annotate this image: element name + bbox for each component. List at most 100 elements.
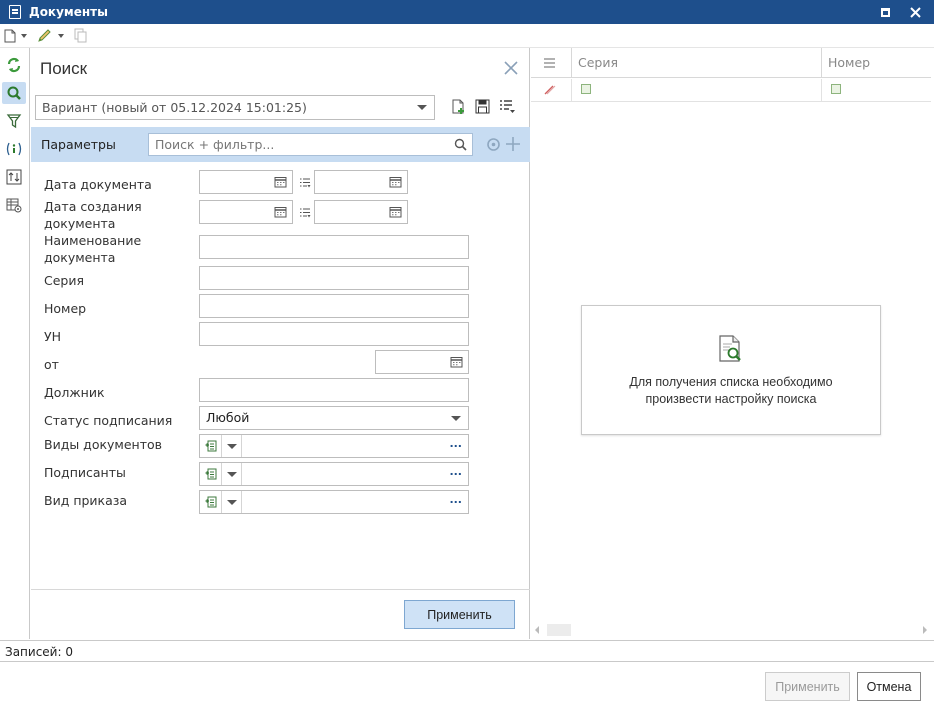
records-count: Записей: 0 xyxy=(5,645,73,659)
new-document-button[interactable] xyxy=(4,29,27,43)
sort-icon xyxy=(6,169,22,185)
search-icon xyxy=(7,86,21,100)
panel-title: Поиск xyxy=(40,59,88,78)
refresh-icon xyxy=(7,57,21,73)
filter-cell-series[interactable] xyxy=(571,79,821,101)
series-input[interactable] xyxy=(199,266,469,290)
variant-value: Вариант (новый от 05.12.2024 15:01:25) xyxy=(42,100,307,115)
signers-input[interactable]: ... xyxy=(199,462,469,486)
maximize-button[interactable] xyxy=(870,0,900,24)
scroll-thumb[interactable] xyxy=(547,624,571,636)
document-search-icon xyxy=(719,335,741,362)
doc-types-label: Виды документов xyxy=(44,437,163,452)
filter-button[interactable] xyxy=(2,110,26,132)
doc-date-from-input[interactable] xyxy=(199,170,293,194)
doc-name-input[interactable] xyxy=(199,235,469,259)
created-date-from-input[interactable] xyxy=(199,200,293,224)
created-date-to-input[interactable] xyxy=(314,200,408,224)
refresh-button[interactable] xyxy=(2,54,26,76)
grid-settings-button[interactable] xyxy=(2,194,26,216)
dialog-footer: Применить Отмена xyxy=(0,662,934,712)
column-menu-icon[interactable] xyxy=(541,56,561,70)
close-icon xyxy=(909,6,921,18)
number-input[interactable] xyxy=(199,294,469,318)
left-icon-strip xyxy=(0,48,30,639)
chevron-down-icon xyxy=(417,105,427,110)
parameters-search-input[interactable]: Поиск + фильтр... xyxy=(148,133,473,156)
select-list-button[interactable] xyxy=(200,463,222,485)
browse-button[interactable]: ... xyxy=(449,493,462,506)
doc-date-to-input[interactable] xyxy=(314,170,408,194)
column-header-number[interactable]: Номер xyxy=(821,48,931,78)
grid-settings-icon xyxy=(6,198,22,213)
grid-filter-row xyxy=(531,79,931,102)
select-list-button[interactable] xyxy=(200,491,222,513)
empty-state-line: Для получения списка необходимо xyxy=(629,375,833,389)
debtor-input[interactable] xyxy=(199,378,469,402)
filter-cell-number[interactable] xyxy=(821,79,931,101)
sign-status-value: Любой xyxy=(206,410,250,425)
close-icon xyxy=(504,61,518,75)
calendar-icon xyxy=(274,177,287,188)
calendar-icon xyxy=(450,357,463,368)
save-icon[interactable] xyxy=(475,99,490,114)
close-panel-button[interactable] xyxy=(503,60,519,76)
range-icon[interactable] xyxy=(299,178,311,188)
edit-button[interactable] xyxy=(37,28,64,43)
new-document-icon xyxy=(4,29,16,42)
new-variant-icon[interactable] xyxy=(452,99,466,115)
copy-button[interactable] xyxy=(74,28,88,43)
sort-button[interactable] xyxy=(2,166,26,188)
un-label: УН xyxy=(44,329,62,344)
sign-status-label: Статус подписания xyxy=(44,413,173,428)
un-input[interactable] xyxy=(199,322,469,346)
scroll-right-icon[interactable] xyxy=(923,626,927,634)
document-app-icon xyxy=(9,5,21,19)
calendar-icon xyxy=(389,207,402,218)
apply-button[interactable]: Применить xyxy=(765,672,850,701)
order-type-input[interactable]: ... xyxy=(199,490,469,514)
clear-filter-icon[interactable] xyxy=(543,84,557,96)
chevron-down-icon[interactable] xyxy=(222,435,242,457)
info-button[interactable] xyxy=(2,138,26,160)
chevron-down-icon[interactable] xyxy=(222,491,242,513)
calendar-icon xyxy=(389,177,402,188)
from-date-input[interactable] xyxy=(375,350,469,374)
copy-icon xyxy=(74,28,87,43)
select-list-button[interactable] xyxy=(200,435,222,457)
list-settings-icon[interactable] xyxy=(499,99,516,114)
filter-checkbox[interactable] xyxy=(831,84,841,94)
column-header-series[interactable]: Серия xyxy=(571,48,821,78)
horizontal-scrollbar[interactable] xyxy=(535,624,927,636)
browse-button[interactable]: ... xyxy=(449,437,462,450)
chevron-down-icon[interactable] xyxy=(222,463,242,485)
cancel-button[interactable]: Отмена xyxy=(857,672,921,701)
list-add-icon xyxy=(205,468,216,480)
results-grid: Серия Номер Для получения списка необход… xyxy=(531,48,934,639)
range-icon[interactable] xyxy=(299,208,311,218)
empty-state-line: произвести настройку поиска xyxy=(645,392,817,406)
add-parameter-icon[interactable] xyxy=(505,136,521,152)
doc-types-input[interactable]: ... xyxy=(199,434,469,458)
calendar-icon xyxy=(274,207,287,218)
window-title: Документы xyxy=(29,5,108,19)
search-toggle-button[interactable] xyxy=(2,82,26,104)
search-placeholder: Поиск + фильтр... xyxy=(155,137,275,152)
apply-search-button[interactable]: Применить xyxy=(404,600,515,629)
series-label: Серия xyxy=(44,273,84,288)
grid-header: Серия Номер xyxy=(531,48,931,78)
scroll-left-icon[interactable] xyxy=(535,626,539,634)
list-add-icon xyxy=(205,440,216,452)
close-window-button[interactable] xyxy=(900,0,930,24)
list-add-icon xyxy=(205,496,216,508)
created-date-label: Дата создания документа xyxy=(44,199,142,231)
reset-icon[interactable] xyxy=(486,137,501,152)
variant-select[interactable]: Вариант (новый от 05.12.2024 15:01:25) xyxy=(35,95,435,120)
sign-status-select[interactable]: Любой xyxy=(199,406,469,430)
order-type-label: Вид приказа xyxy=(44,493,128,508)
search-icon xyxy=(454,138,467,151)
browse-button[interactable]: ... xyxy=(449,465,462,478)
filter-checkbox[interactable] xyxy=(581,84,591,94)
signers-label: Подписанты xyxy=(44,465,126,480)
doc-name-label: Наименование документа xyxy=(44,233,142,265)
